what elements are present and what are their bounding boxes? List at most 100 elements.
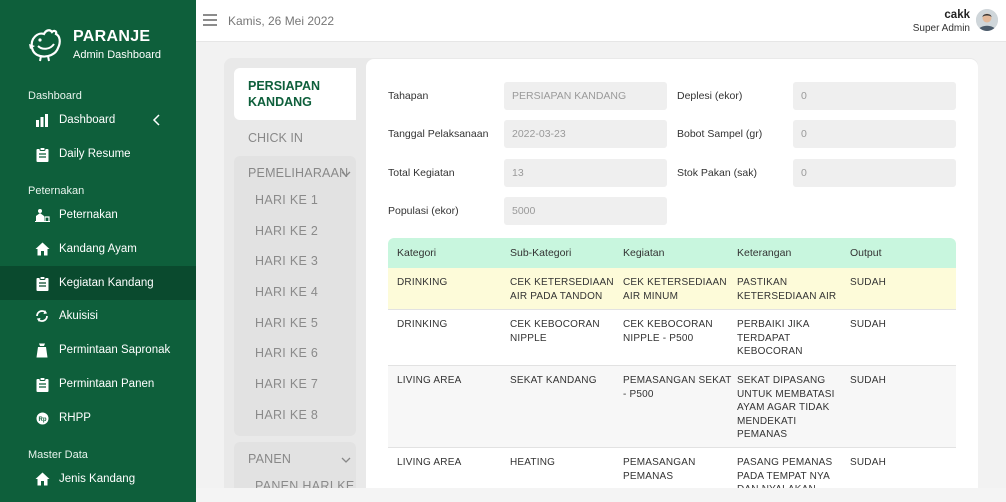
brand: PARANJE Admin Dashboard — [26, 26, 161, 62]
sidebar-item-label: Akuisisi — [59, 310, 98, 322]
section-title-dashboard: Dashboard — [28, 90, 82, 102]
farm-icon — [34, 207, 50, 223]
column-header[interactable]: Kategori — [397, 247, 436, 259]
table-header: Kategori Sub-Kategori Kegiatan Keteranga… — [388, 238, 956, 268]
day-item[interactable]: HARI KE 3 — [255, 254, 318, 268]
cell-line: MENDEKATI — [737, 415, 797, 427]
cell-kegiatan: PEMASANGAN SEKAT - P500 — [623, 374, 732, 401]
brand-title: PARANJE — [73, 28, 151, 45]
sidebar-item-label: Kegiatan Kandang — [59, 277, 154, 289]
cell-line: - P500 — [623, 388, 654, 400]
cell-kategori: LIVING AREA — [397, 457, 462, 468]
sidebar-item-kegiatan-kandang[interactable]: Kegiatan Kandang — [0, 266, 196, 300]
sidebar-item-peternakan[interactable]: Peternakan — [0, 198, 196, 232]
table-row[interactable]: DRINKING CEK KEBOCORAN NIPPLE CEK KEBOCOR… — [388, 310, 956, 366]
group-pemeliharaan-header[interactable]: PEMELIHARAAN — [248, 166, 348, 180]
bobot-sampel-field[interactable] — [793, 120, 956, 148]
svg-text:Rp: Rp — [38, 417, 46, 423]
cell-line: PASANG PEMANAS — [737, 457, 833, 468]
cell-line: PEMASANGAN — [623, 457, 696, 468]
bag-icon — [34, 342, 50, 358]
cell-output: SUDAH — [850, 277, 887, 288]
cell-sub-kategori: CEK KETERSEDIAAN AIR PADA TANDON — [510, 276, 614, 303]
cell-kategori: LIVING AREA — [397, 375, 462, 386]
cell-output: SUDAH — [850, 457, 887, 468]
day-item[interactable]: HARI KE 1 — [255, 193, 318, 207]
tanggal-label: Tanggal Pelaksanaan — [388, 128, 489, 140]
cell-output: SUDAH — [850, 375, 887, 386]
cell-line: AYAM AGAR TIDAK — [737, 402, 830, 413]
cell-kegiatan: CEK KETERSEDIAAN AIR MINUM — [623, 276, 727, 303]
total-kegiatan-field[interactable] — [504, 159, 667, 187]
stok-pakan-label: Stok Pakan (sak) — [677, 167, 757, 179]
sidebar-item-label: Daily Resume — [59, 148, 131, 160]
sidebar-item-label: Permintaan Panen — [59, 378, 155, 390]
cell-line: TERDAPAT — [737, 332, 791, 344]
tahapan-field[interactable] — [504, 82, 667, 110]
stok-pakan-field[interactable] — [793, 159, 956, 187]
activities-table: Kategori Sub-Kategori Kegiatan Keteranga… — [388, 238, 956, 502]
sidebar-item-label: Peternakan — [59, 209, 118, 221]
rp-coin-icon: Rp — [34, 410, 50, 426]
sidebar-item-jenis-kandang[interactable]: Jenis Kandang — [0, 462, 196, 496]
cell-keterangan: PASTIKAN KETERSEDIAAN AIR — [737, 276, 836, 303]
cell-line: CEK KETERSEDIAAN — [623, 277, 727, 288]
day-item[interactable]: HARI KE 4 — [255, 285, 318, 299]
step-label-line1: PERSIAPAN — [248, 79, 321, 93]
column-header[interactable]: Kegiatan — [623, 247, 664, 259]
total-kegiatan-label: Total Kegiatan — [388, 167, 455, 179]
topbar: Kamis, 26 Mei 2022 cakk Super Admin — [196, 0, 1006, 42]
cell-keterangan: PERBAIKI JIKA TERDAPAT KEBOCORAN — [737, 318, 810, 359]
step-persiapan-kandang[interactable]: PERSIAPAN KANDANG — [234, 68, 356, 120]
column-header[interactable]: Output — [850, 247, 882, 259]
chevron-down-icon[interactable] — [340, 454, 352, 466]
section-title-master-data: Master Data — [28, 449, 88, 461]
sidebar-item-permintaan-sapronak[interactable]: Permintaan Sapronak — [0, 333, 196, 367]
chevron-down-icon[interactable] — [340, 168, 352, 180]
cell-line: KEBOCORAN — [737, 346, 803, 357]
column-header[interactable]: Sub-Kategori — [510, 247, 571, 259]
populasi-field[interactable] — [504, 197, 667, 225]
cell-sub-kategori: CEK KEBOCORAN NIPPLE — [510, 318, 600, 345]
cell-line: AIR PADA TANDON — [510, 290, 603, 302]
cell-line: UNTUK MEMBATASI — [737, 388, 835, 400]
hamburger-menu-icon[interactable] — [203, 14, 217, 26]
sidebar-item-kandang-ayam[interactable]: Kandang Ayam — [0, 232, 196, 266]
sidebar-item-permintaan-panen[interactable]: Permintaan Panen — [0, 367, 196, 401]
cell-line: PEMASANGAN SEKAT — [623, 375, 732, 386]
brand-subtitle: Admin Dashboard — [73, 49, 162, 61]
step-chick-in[interactable]: CHICK IN — [248, 131, 303, 145]
sidebar-item-daily-resume[interactable]: Daily Resume — [0, 137, 196, 171]
clipboard-icon — [34, 146, 50, 162]
sidebar: PARANJE Admin Dashboard Dashboard Dashbo… — [0, 0, 196, 502]
day-item[interactable]: HARI KE 5 — [255, 316, 318, 330]
sidebar-item-label: Jenis Kandang — [59, 473, 136, 485]
deplesi-label: Deplesi (ekor) — [677, 90, 743, 102]
day-item[interactable]: HARI KE 2 — [255, 224, 318, 238]
cell-line: PERBAIKI JIKA — [737, 319, 810, 330]
day-item[interactable]: HARI KE 6 — [255, 346, 318, 360]
tanggal-field[interactable] — [504, 120, 667, 148]
chevron-left-icon[interactable] — [150, 113, 164, 127]
cell-line: AIR MINUM — [623, 290, 679, 302]
table-row[interactable]: LIVING AREA SEKAT KANDANG PEMASANGAN SEK… — [388, 366, 956, 448]
column-header[interactable]: Keterangan — [737, 247, 791, 259]
cell-line: SEKAT DIPASANG — [737, 375, 826, 386]
avatar[interactable] — [976, 9, 998, 31]
populasi-label: Populasi (ekor) — [388, 205, 459, 217]
user-name[interactable]: cakk — [944, 9, 970, 21]
group-panen-header[interactable]: PANEN — [248, 452, 291, 466]
sidebar-item-akuisisi[interactable]: Akuisisi — [0, 299, 196, 333]
day-item[interactable]: HARI KE 8 — [255, 408, 318, 422]
table-row[interactable]: DRINKING CEK KETERSEDIAAN AIR PADA TANDON… — [388, 268, 956, 310]
cell-sub-kategori: SEKAT KANDANG — [510, 374, 597, 388]
day-item[interactable]: HARI KE 7 — [255, 377, 318, 391]
horizontal-scrollbar[interactable] — [196, 488, 1006, 502]
bobot-sampel-label: Bobot Sampel (gr) — [677, 128, 763, 140]
sidebar-item-dashboard[interactable]: Dashboard — [0, 103, 196, 137]
deplesi-field[interactable] — [793, 82, 956, 110]
cell-line: PASTIKAN — [737, 277, 788, 288]
sidebar-item-rhpp[interactable]: Rp RHPP — [0, 401, 196, 435]
cell-line: CEK KEBOCORAN — [623, 319, 713, 330]
cell-line: NIPPLE - P500 — [623, 332, 694, 344]
